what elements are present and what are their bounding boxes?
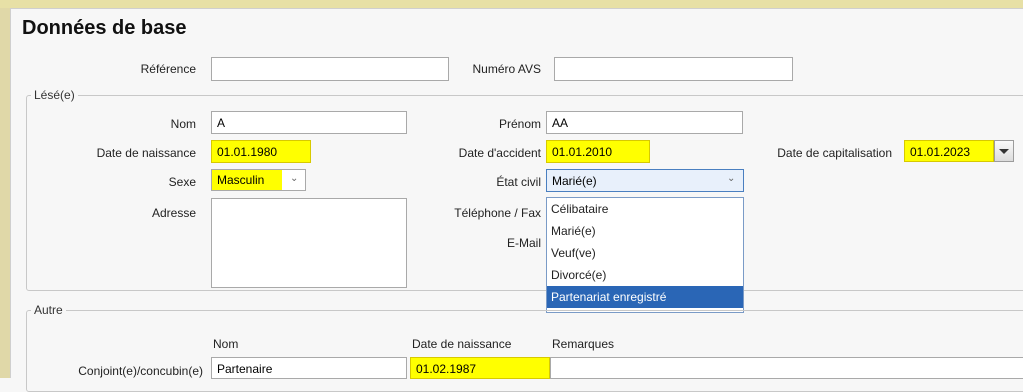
dropdown-option-highlighted[interactable]: Partenariat enregistré [547, 286, 743, 308]
col-header-nom: Nom [213, 337, 239, 351]
conjoint-nom-input[interactable]: Partenaire [211, 357, 407, 379]
lese-group-title: Lésé(e) [31, 88, 78, 102]
page-title: Données de base [22, 17, 187, 39]
avs-input[interactable] [554, 57, 793, 81]
date-capitalisation-dropdown-button[interactable] [994, 140, 1014, 162]
nom-label: Nom [170, 117, 196, 131]
window-left-border [0, 8, 10, 378]
etat-civil-select[interactable]: Marié(e) ⌄ [546, 169, 744, 192]
triangle-down-icon [999, 148, 1009, 154]
frame-line [10, 8, 1023, 9]
nom-input[interactable]: A [211, 111, 407, 134]
prenom-input[interactable]: AA [546, 111, 743, 134]
prenom-label: Prénom [498, 117, 541, 131]
date-naissance-label: Date de naissance [96, 146, 196, 160]
autre-group-title: Autre [31, 303, 66, 317]
sexe-select-value: Masculin [212, 170, 282, 190]
dropdown-option[interactable]: Veuf(ve) [547, 242, 743, 264]
dropdown-option[interactable]: Célibataire [547, 198, 743, 220]
window-top-border [0, 0, 1023, 8]
sexe-label: Sexe [168, 175, 196, 189]
date-capitalisation-label: Date de capitalisation [777, 146, 892, 160]
date-accident-input[interactable]: 01.01.2010 [546, 140, 650, 163]
autre-group [26, 310, 1023, 392]
email-label: E-Mail [506, 236, 541, 250]
reference-label: Référence [140, 62, 196, 76]
reference-input[interactable] [211, 57, 449, 81]
col-header-remarques: Remarques [552, 337, 615, 351]
frame-line [10, 8, 11, 378]
telephone-label: Téléphone / Fax [454, 206, 541, 220]
adresse-label: Adresse [151, 206, 196, 220]
date-naissance-input[interactable]: 01.01.1980 [211, 140, 311, 163]
chevron-down-icon: ⌄ [290, 173, 299, 184]
date-capitalisation-input[interactable]: 01.01.2023 [904, 140, 994, 162]
etat-civil-select-value: Marié(e) [552, 174, 597, 188]
sexe-select[interactable]: Masculin ⌄ [211, 169, 306, 191]
conjoint-date-input[interactable]: 01.02.1987 [410, 357, 550, 379]
avs-label: Numéro AVS [472, 62, 541, 76]
col-header-date-naissance: Date de naissance [412, 337, 512, 351]
dropdown-option[interactable]: Marié(e) [547, 220, 743, 242]
etat-civil-dropdown-list: Célibataire Marié(e) Veuf(ve) Divorcé(e)… [546, 197, 744, 313]
dropdown-option[interactable]: Divorcé(e) [547, 264, 743, 286]
conjoint-label: Conjoint(e)/concubin(e) [78, 364, 203, 378]
chevron-down-icon: ⌄ [727, 173, 736, 184]
date-accident-label: Date d'accident [458, 146, 541, 160]
conjoint-remarques-input[interactable] [550, 357, 1023, 379]
etat-civil-label: État civil [496, 175, 541, 189]
adresse-textarea[interactable] [211, 198, 407, 288]
